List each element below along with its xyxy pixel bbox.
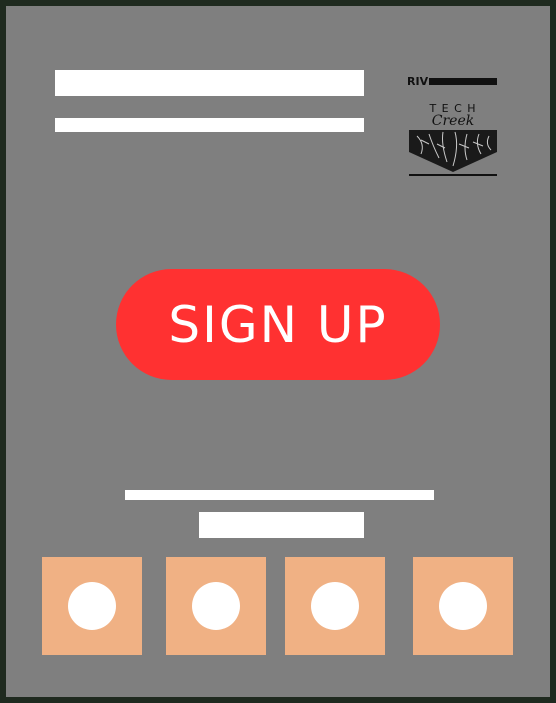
social-tile-1[interactable] [42,557,142,655]
social-tile-2[interactable] [166,557,266,655]
circle-icon [192,582,240,630]
footer-text-placeholder [125,490,434,500]
social-tile-4[interactable] [413,557,513,655]
subtitle-placeholder [55,118,364,132]
tech-creek-logo: RIV T E C H Creek [407,74,499,177]
circle-icon [439,582,487,630]
logo-prefix: RIV [407,75,429,88]
page-frame: RIV T E C H Creek SIGN UP [0,0,556,703]
circle-icon [68,582,116,630]
footer-link-placeholder [199,512,364,538]
sign-up-button[interactable]: SIGN UP [116,269,440,380]
logo-script: Creek [432,113,474,129]
tree-roots-shield-icon: RIV T E C H Creek [407,75,497,176]
circle-icon [311,582,359,630]
title-placeholder [55,70,364,96]
social-tile-3[interactable] [285,557,385,655]
